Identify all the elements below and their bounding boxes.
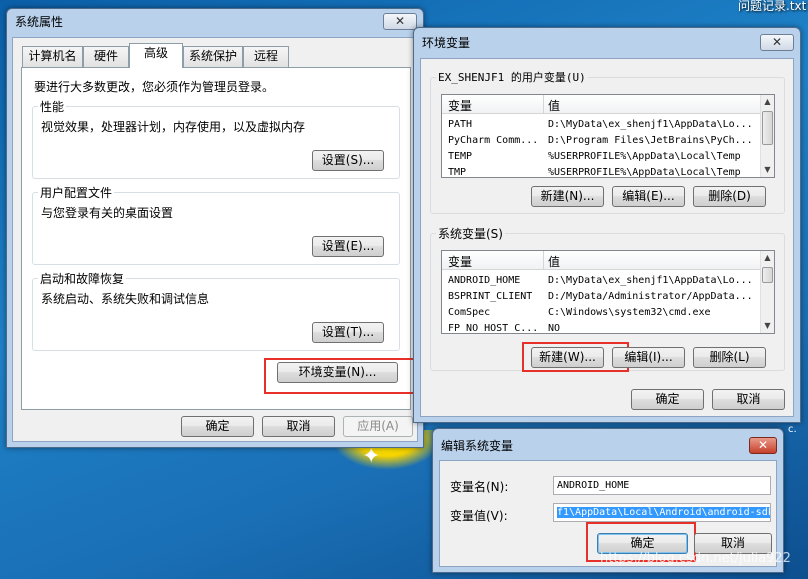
- scroll-down-icon[interactable]: ▼: [761, 163, 774, 177]
- user-profile-label: 用户配置文件: [38, 184, 115, 201]
- close-button[interactable]: ✕: [749, 437, 777, 454]
- startup-recovery-group: 启动和故障恢复 系统启动、系统失败和调试信息 设置(T)...: [32, 270, 400, 351]
- system-list-scrollbar[interactable]: ▲ ▼: [760, 251, 774, 333]
- performance-label: 性能: [38, 98, 67, 115]
- system-variables-label: 系统变量(S): [436, 225, 505, 242]
- user-variables-label: EX_SHENJF1 的用户变量(U): [436, 69, 588, 85]
- var-value: %USERPROFILE%\AppData\Local\Temp: [548, 167, 741, 178]
- var-value: NO: [548, 323, 561, 334]
- table-row[interactable]: ComSpec C:\Windows\system32\cmd.exe: [442, 305, 760, 320]
- system-variables-list[interactable]: 变量 值 ANDROID_HOME D:\MyData\ex_shenjf1\Ap…: [441, 250, 775, 334]
- startup-recovery-label: 启动和故障恢复: [38, 270, 127, 287]
- table-row[interactable]: FP_NO_HOST_C... NO: [442, 321, 760, 334]
- tab-remote[interactable]: 远程: [243, 46, 289, 67]
- table-row[interactable]: PATH D:\MyData\ex_shenjf1\AppData\Lo...: [442, 117, 760, 132]
- ok-button[interactable]: 确定: [631, 389, 704, 410]
- tab-advanced[interactable]: 高级: [129, 43, 183, 68]
- user-profile-settings-button[interactable]: 设置(E)...: [312, 236, 384, 257]
- user-profile-group: 用户配置文件 与您登录有关的桌面设置 设置(E)...: [32, 184, 400, 265]
- startup-recovery-desc: 系统启动、系统失败和调试信息: [41, 292, 210, 306]
- window-title: 环境变量: [422, 36, 471, 50]
- startup-recovery-settings-button[interactable]: 设置(T)...: [312, 322, 384, 343]
- close-icon: ✕: [771, 35, 783, 49]
- var-name: BSPRINT_CLIENT: [448, 291, 533, 302]
- watermark-text: https://blog.csdn.net/julia922: [600, 551, 791, 566]
- var-name: PATH: [448, 119, 473, 130]
- scroll-thumb[interactable]: [762, 111, 773, 145]
- cancel-button[interactable]: 取消: [712, 389, 785, 410]
- sysprops-client: 计算机名 硬件 高级 系统保护 远程 要进行大多数更改，您必须作为管理员登录。 …: [12, 37, 420, 442]
- performance-group: 性能 视觉效果，处理器计划，内存使用，以及虚拟内存 设置(S)...: [32, 98, 400, 179]
- var-name: FP_NO_HOST_C...: [448, 323, 539, 334]
- system-edit-button[interactable]: 编辑(I)...: [612, 347, 685, 368]
- var-value: D:\MyData\ex_shenjf1\AppData\Lo...: [548, 119, 753, 130]
- list-header: 变量 值: [442, 251, 760, 270]
- tab-system-protection[interactable]: 系统保护: [183, 46, 243, 67]
- desktop-file-label[interactable]: 问题记录.txt: [738, 0, 806, 14]
- table-row[interactable]: BSPRINT_CLIENT D:/MyData/Administrator/Ap…: [442, 289, 760, 304]
- table-row[interactable]: PyCharm Comm... D:\Program Files\JetBrain…: [442, 133, 760, 148]
- desktop-edge-text: c.: [788, 424, 797, 435]
- var-value: D:\MyData\ex_shenjf1\AppData\Lo...: [548, 275, 753, 286]
- variable-value-label: 变量值(V):: [450, 509, 508, 523]
- table-row[interactable]: TEMP %USERPROFILE%\AppData\Local\Temp: [442, 149, 760, 164]
- var-value: %USERPROFILE%\AppData\Local\Temp: [548, 151, 741, 162]
- advanced-tab-panel: 要进行大多数更改，您必须作为管理员登录。 性能 视觉效果，处理器计划，内存使用，…: [21, 67, 420, 410]
- system-delete-button[interactable]: 删除(L): [693, 347, 766, 368]
- cancel-button[interactable]: 取消: [262, 416, 335, 437]
- var-name: TMP: [448, 167, 467, 178]
- scroll-down-icon[interactable]: ▼: [761, 319, 774, 333]
- user-variables-list[interactable]: 变量 值 PATH D:\MyData\ex_shenjf1\AppData\Lo…: [441, 94, 775, 178]
- user-profile-desc: 与您登录有关的桌面设置: [41, 206, 174, 220]
- close-icon: ✕: [757, 438, 769, 452]
- column-separator[interactable]: [543, 95, 544, 114]
- window-title: 系统属性: [15, 15, 64, 29]
- variable-name-label: 变量名(N):: [450, 480, 509, 494]
- scroll-thumb[interactable]: [762, 267, 773, 283]
- var-value: C:\Windows\system32\cmd.exe: [548, 307, 711, 318]
- system-properties-window: 系统属性 ✕ 计算机名 硬件 高级 系统保护 远程 要进行大多数更改，您必须作为…: [6, 8, 424, 448]
- var-name: ComSpec: [448, 307, 491, 318]
- var-value: D:\Program Files\JetBrains\PyCh...: [548, 135, 753, 146]
- list-header: 变量 值: [442, 95, 760, 114]
- user-new-button[interactable]: 新建(N)...: [531, 186, 604, 207]
- ok-button[interactable]: 确定: [181, 416, 254, 437]
- performance-settings-button[interactable]: 设置(S)...: [312, 150, 384, 171]
- var-name: ANDROID_HOME: [448, 275, 521, 286]
- admin-note: 要进行大多数更改，您必须作为管理员登录。: [34, 80, 275, 94]
- system-variables-group: 系统变量(S) 变量 值 ANDROID_HOME D:\MyData\ex_sh…: [430, 225, 785, 372]
- highlight-box: [264, 358, 420, 394]
- apply-button[interactable]: 应用(A): [343, 416, 413, 437]
- environment-variables-window: 环境变量 ✕ EX_SHENJF1 的用户变量(U) 变量 值 PATH D:\M…: [413, 27, 801, 423]
- var-name: PyCharm Comm...: [448, 135, 539, 146]
- table-row[interactable]: ANDROID_HOME D:\MyData\ex_shenjf1\AppData…: [442, 273, 760, 288]
- var-name: TEMP: [448, 151, 473, 162]
- variable-value-field[interactable]: f1\AppData\Local\Android\android-sdk: [553, 503, 771, 522]
- table-row[interactable]: TMP %USERPROFILE%\AppData\Local\Temp: [442, 165, 760, 178]
- variable-value-text: f1\AppData\Local\Android\android-sdk: [557, 507, 770, 518]
- var-value: D:/MyData/Administrator/AppData...: [548, 291, 753, 302]
- user-list-scrollbar[interactable]: ▲ ▼: [760, 95, 774, 177]
- close-button[interactable]: ✕: [760, 34, 794, 51]
- window-title: 编辑系统变量: [441, 439, 514, 453]
- column-separator[interactable]: [543, 251, 544, 270]
- col-var-header[interactable]: 变量: [448, 253, 472, 270]
- user-delete-button[interactable]: 删除(D): [693, 186, 766, 207]
- scroll-up-icon[interactable]: ▲: [761, 95, 774, 109]
- close-button[interactable]: ✕: [383, 13, 417, 30]
- col-val-header[interactable]: 值: [548, 97, 560, 114]
- user-edit-button[interactable]: 编辑(E)...: [612, 186, 685, 207]
- close-icon: ✕: [394, 14, 406, 28]
- col-val-header[interactable]: 值: [548, 253, 560, 270]
- tab-computer-name[interactable]: 计算机名: [22, 46, 83, 67]
- user-variables-group: EX_SHENJF1 的用户变量(U) 变量 值 PATH D:\MyData\e…: [430, 69, 785, 214]
- performance-desc: 视觉效果，处理器计划，内存使用，以及虚拟内存: [41, 120, 306, 134]
- col-var-header[interactable]: 变量: [448, 97, 472, 114]
- tab-hardware[interactable]: 硬件: [83, 46, 129, 67]
- variable-name-field[interactable]: ANDROID_HOME: [553, 476, 771, 495]
- envvars-client: EX_SHENJF1 的用户变量(U) 变量 值 PATH D:\MyData\e…: [420, 58, 794, 417]
- scroll-up-icon[interactable]: ▲: [761, 251, 774, 265]
